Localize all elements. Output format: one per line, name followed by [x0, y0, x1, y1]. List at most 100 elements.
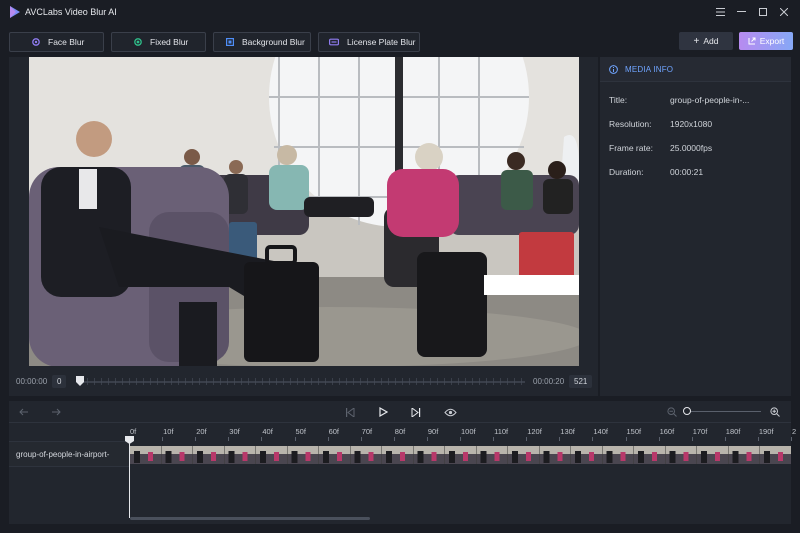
ruler-tick — [261, 437, 263, 441]
menu-icon[interactable] — [710, 0, 731, 24]
fixed-blur-label: Fixed Blur — [150, 37, 189, 47]
ruler-label: 70f — [361, 427, 373, 436]
ruler-label: 130f — [560, 427, 575, 436]
zoom-slider-handle[interactable] — [683, 407, 691, 415]
toolbar: Face Blur Fixed Blur Background Blur Lic… — [0, 24, 800, 56]
ruler-label: 50f — [295, 427, 306, 436]
timeline-controls — [9, 401, 791, 423]
track-header[interactable]: group-of-people-in-airport- — [9, 441, 129, 467]
ruler-tick — [791, 437, 792, 441]
ruler-label: 30f — [229, 427, 240, 436]
end-time: 00:00:20 — [533, 377, 565, 386]
background-blur-icon — [226, 38, 234, 46]
ruler-label: 170f — [692, 427, 708, 436]
ruler-label: 80f — [394, 427, 406, 436]
start-time: 00:00:00 — [16, 377, 48, 386]
ruler-label: 40f — [262, 427, 273, 436]
ruler-tick — [493, 437, 495, 441]
media-info-panel: MEDIA INFO Title: group-of-people-in-...… — [600, 57, 791, 396]
end-frame-field[interactable]: 521 — [569, 375, 593, 388]
ruler-label: 120f — [527, 427, 542, 436]
ruler-label: 180f — [725, 427, 741, 436]
timeline-ruler[interactable]: 0f 10f 20f 30f 40f 50f 60f 70f 80f 90f 100f 110f 120… — [129, 423, 796, 441]
ruler-tick — [460, 437, 461, 441]
fixed-blur-button[interactable]: Fixed Blur — [111, 32, 206, 52]
media-info-title: MEDIA INFO — [625, 64, 674, 74]
timeline-panel: 0f 10f 20f 30f 40f 50f 60f 70f 80f 90f 100f 110f 120… — [9, 401, 796, 524]
ruler-tick — [691, 437, 693, 441]
resolution-value: 1920x1080 — [670, 119, 713, 129]
close-icon[interactable] — [773, 0, 794, 24]
zoom-in-icon[interactable] — [769, 406, 781, 418]
window-controls — [710, 0, 794, 24]
info-icon — [609, 64, 618, 74]
title-label: Title: — [609, 95, 628, 105]
scrub-ticks — [80, 378, 525, 385]
plus-icon: + — [693, 35, 700, 47]
export-icon — [748, 37, 756, 45]
undo-icon[interactable] — [18, 406, 30, 418]
ruler-label: 190f — [758, 427, 774, 436]
maximize-icon[interactable] — [752, 0, 773, 24]
ruler-label: 60f — [328, 427, 340, 436]
scrubber: 00:00:00 0 00:00:20 521 — [9, 375, 598, 389]
face-blur-icon — [32, 38, 40, 46]
app-logo-icon — [10, 6, 20, 18]
ruler-label: 110f — [494, 427, 509, 436]
ruler-label: 150f — [626, 427, 642, 436]
background-blur-button[interactable]: Background Blur — [213, 32, 311, 52]
redo-icon[interactable] — [50, 406, 62, 418]
ruler-tick — [360, 437, 362, 441]
face-blur-button[interactable]: Face Blur — [9, 32, 104, 52]
export-label: Export — [759, 36, 785, 46]
ruler-tick — [228, 437, 230, 441]
add-button[interactable]: + Add — [679, 32, 733, 50]
ruler-tick — [526, 437, 528, 441]
frame-rate-label: Frame rate: — [609, 143, 653, 153]
scrub-handle[interactable] — [76, 376, 84, 386]
zoom-slider-track[interactable] — [689, 411, 761, 412]
background-blur-label: Background Blur — [242, 37, 305, 47]
ruler-tick — [724, 437, 726, 441]
license-plate-blur-button[interactable]: License Plate Blur — [318, 32, 420, 52]
ruler-tick — [658, 437, 660, 441]
export-button[interactable]: Export — [739, 32, 793, 50]
previous-frame-icon[interactable] — [344, 406, 356, 418]
license-plate-blur-label: License Plate Blur — [347, 37, 416, 47]
ruler-label: 10f — [163, 427, 174, 436]
start-frame-field[interactable]: 0 — [52, 375, 67, 388]
license-plate-icon — [329, 38, 339, 46]
ruler-label: 160f — [659, 427, 675, 436]
ruler-tick — [195, 437, 197, 441]
timeline-scrollbar[interactable] — [130, 517, 370, 520]
title-bar: AVCLabs Video Blur AI — [0, 0, 800, 24]
media-info-header: MEDIA INFO — [600, 57, 791, 82]
ruler-label: 90f — [427, 427, 439, 436]
playhead-line — [129, 438, 130, 518]
minimize-icon[interactable] — [731, 0, 752, 24]
next-frame-icon[interactable] — [410, 406, 422, 418]
video-clip[interactable] — [130, 446, 791, 464]
duration-value: 00:00:21 — [670, 167, 704, 177]
track-name: group-of-people-in-airport- — [16, 449, 110, 459]
add-label: Add — [703, 36, 719, 46]
duration-label: Duration: — [609, 167, 644, 177]
ruler-label: 140f — [593, 427, 608, 436]
ruler-tick — [327, 437, 329, 441]
video-frame — [29, 57, 579, 366]
zoom-out-icon[interactable] — [666, 406, 678, 418]
ruler-tick — [757, 437, 759, 441]
title-value: group-of-people-in-... — [670, 95, 750, 105]
ruler-tick — [162, 437, 164, 441]
preview-panel: 00:00:00 0 00:00:20 521 — [9, 57, 598, 396]
face-blur-label: Face Blur — [48, 37, 85, 47]
play-icon[interactable] — [377, 406, 389, 418]
ruler-tick — [559, 437, 561, 441]
ruler-tick — [393, 437, 395, 441]
ruler-tick — [294, 437, 296, 441]
resolution-label: Resolution: — [609, 119, 652, 129]
eye-icon[interactable] — [443, 406, 457, 418]
playhead-handle[interactable] — [125, 436, 134, 444]
app-title: AVCLabs Video Blur AI — [25, 7, 117, 17]
ruler-label: 100f — [461, 427, 476, 436]
